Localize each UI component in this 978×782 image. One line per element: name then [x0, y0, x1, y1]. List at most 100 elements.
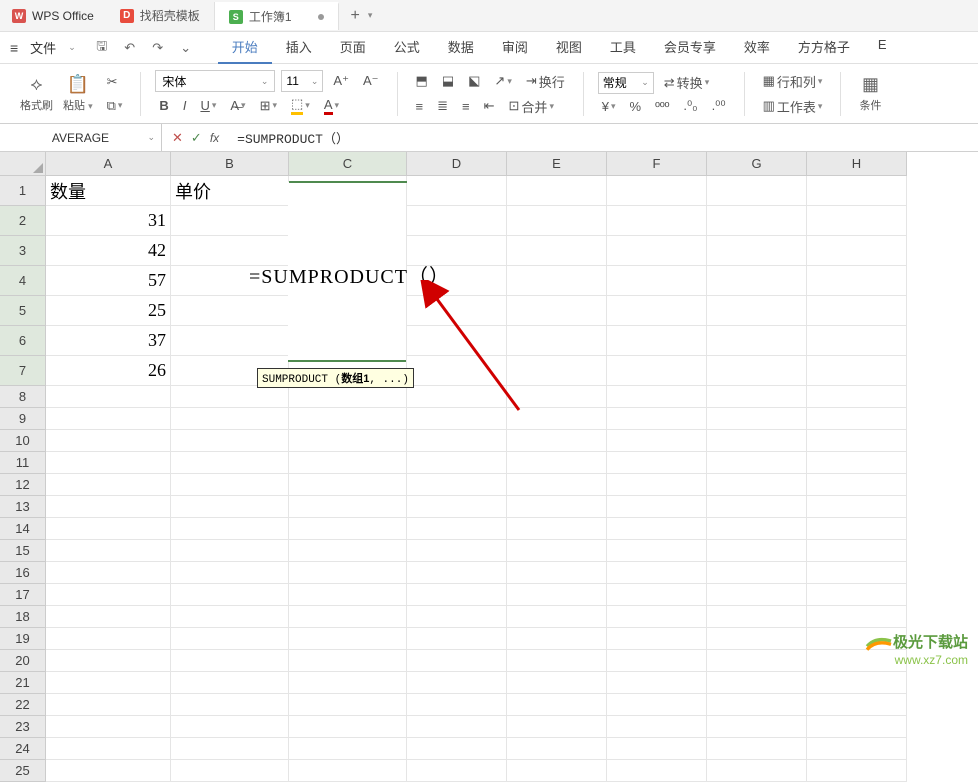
formula-input[interactable]: =SUMPRODUCT（）: [229, 128, 978, 147]
wrap-button[interactable]: ⇥ 换行: [522, 70, 569, 93]
fx-button[interactable]: fx: [210, 131, 219, 145]
cell-F15[interactable]: [607, 540, 707, 562]
cell-H21[interactable]: [807, 672, 907, 694]
cell-E8[interactable]: [507, 386, 607, 408]
cell-D14[interactable]: [407, 518, 507, 540]
grid-body[interactable]: 数量单价金额314257253726: [46, 176, 978, 782]
cell-H9[interactable]: [807, 408, 907, 430]
row-header-25[interactable]: 25: [0, 760, 46, 782]
italic-button[interactable]: I: [179, 96, 191, 115]
cell-A20[interactable]: [46, 650, 171, 672]
cell-H14[interactable]: [807, 518, 907, 540]
border-button[interactable]: ⊞▾: [256, 96, 281, 116]
cell-D1[interactable]: [407, 176, 507, 206]
row-header-13[interactable]: 13: [0, 496, 46, 518]
cell-A14[interactable]: [46, 518, 171, 540]
row-header-1[interactable]: 1: [0, 176, 46, 206]
cell-E20[interactable]: [507, 650, 607, 672]
cell-B18[interactable]: [171, 606, 289, 628]
cell-H16[interactable]: [807, 562, 907, 584]
cell-G10[interactable]: [707, 430, 807, 452]
cell-G18[interactable]: [707, 606, 807, 628]
cell-A13[interactable]: [46, 496, 171, 518]
cell-H11[interactable]: [807, 452, 907, 474]
name-box[interactable]: AVERAGE ⌄: [0, 124, 162, 151]
tab-extra[interactable]: E: [864, 31, 887, 64]
cell-F6[interactable]: [607, 326, 707, 356]
row-header-12[interactable]: 12: [0, 474, 46, 496]
cell-F21[interactable]: [607, 672, 707, 694]
cell-B1[interactable]: 单价: [171, 176, 289, 206]
cell-B25[interactable]: [171, 760, 289, 782]
row-header-10[interactable]: 10: [0, 430, 46, 452]
cell-A17[interactable]: [46, 584, 171, 606]
cell-G13[interactable]: [707, 496, 807, 518]
cell-C23[interactable]: [289, 716, 407, 738]
cell-B17[interactable]: [171, 584, 289, 606]
worksheet-button[interactable]: ▥ 工作表▾: [759, 95, 827, 118]
cell-F13[interactable]: [607, 496, 707, 518]
cell-B2[interactable]: [171, 206, 289, 236]
tab-view[interactable]: 视图: [542, 31, 596, 64]
cell-E12[interactable]: [507, 474, 607, 496]
cell-G8[interactable]: [707, 386, 807, 408]
cell-G15[interactable]: [707, 540, 807, 562]
cell-B10[interactable]: [171, 430, 289, 452]
cell-C9[interactable]: [289, 408, 407, 430]
undo-icon[interactable]: ↶: [120, 38, 140, 58]
align-top-button[interactable]: ⬒: [412, 71, 432, 91]
cell-F2[interactable]: [607, 206, 707, 236]
cell-G14[interactable]: [707, 518, 807, 540]
cell-B11[interactable]: [171, 452, 289, 474]
cell-F3[interactable]: [607, 236, 707, 266]
cell-F18[interactable]: [607, 606, 707, 628]
column-header-G[interactable]: G: [707, 152, 807, 176]
row-header-4[interactable]: 4: [0, 266, 46, 296]
tab-page[interactable]: 页面: [326, 31, 380, 64]
cell-G24[interactable]: [707, 738, 807, 760]
column-header-C[interactable]: C: [289, 152, 407, 176]
cell-H7[interactable]: [807, 356, 907, 386]
cell-B20[interactable]: [171, 650, 289, 672]
tab-start[interactable]: 开始: [218, 31, 272, 64]
increase-decimal-button[interactable]: .⁰⁰: [708, 96, 730, 116]
cell-C21[interactable]: [289, 672, 407, 694]
cell-C20[interactable]: [289, 650, 407, 672]
underline-button[interactable]: U▾: [196, 96, 220, 115]
cell-D13[interactable]: [407, 496, 507, 518]
cell-A15[interactable]: [46, 540, 171, 562]
save-icon[interactable]: 🖫: [92, 38, 112, 58]
cell-A11[interactable]: [46, 452, 171, 474]
cell-D20[interactable]: [407, 650, 507, 672]
cell-A9[interactable]: [46, 408, 171, 430]
row-header-16[interactable]: 16: [0, 562, 46, 584]
cell-C6[interactable]: [289, 326, 407, 356]
cell-E25[interactable]: [507, 760, 607, 782]
cell-F22[interactable]: [607, 694, 707, 716]
cell-H24[interactable]: [807, 738, 907, 760]
cell-D22[interactable]: [407, 694, 507, 716]
cell-E4[interactable]: [507, 266, 607, 296]
cell-A1[interactable]: 数量: [46, 176, 171, 206]
rowcol-button[interactable]: ▦ 行和列▾: [759, 70, 827, 93]
font-color-button[interactable]: A▾: [320, 95, 343, 117]
cell-B19[interactable]: [171, 628, 289, 650]
cell-E14[interactable]: [507, 518, 607, 540]
cell-G19[interactable]: [707, 628, 807, 650]
cell-H4[interactable]: [807, 266, 907, 296]
column-header-B[interactable]: B: [171, 152, 289, 176]
cell-E10[interactable]: [507, 430, 607, 452]
cell-F20[interactable]: [607, 650, 707, 672]
number-format-select[interactable]: 常规⌄: [598, 72, 654, 94]
cell-G5[interactable]: [707, 296, 807, 326]
formula-confirm-button[interactable]: ✓: [191, 130, 202, 146]
cell-E23[interactable]: [507, 716, 607, 738]
cell-G17[interactable]: [707, 584, 807, 606]
cell-D15[interactable]: [407, 540, 507, 562]
cell-G7[interactable]: [707, 356, 807, 386]
cell-H18[interactable]: [807, 606, 907, 628]
merge-button[interactable]: ⊡ 合并▾: [505, 95, 558, 118]
convert-button[interactable]: ⇄ 转换▾: [660, 71, 713, 94]
cell-F12[interactable]: [607, 474, 707, 496]
row-header-18[interactable]: 18: [0, 606, 46, 628]
